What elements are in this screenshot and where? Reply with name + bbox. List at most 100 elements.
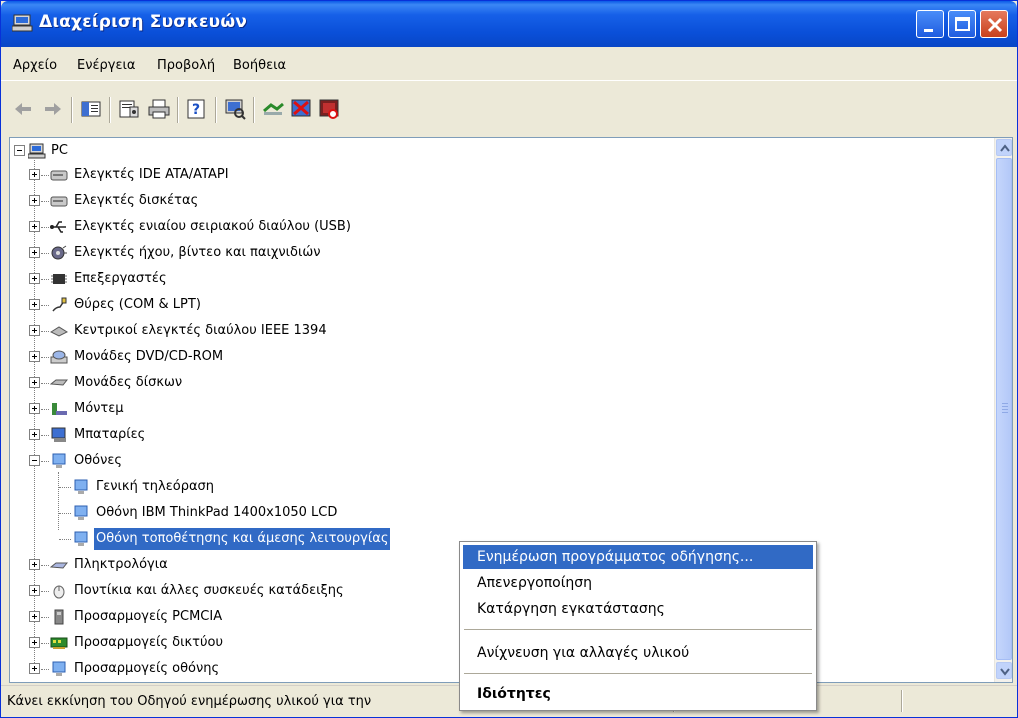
scan-hardware-icon[interactable] — [223, 97, 247, 121]
tree-category-keyboards[interactable]: Πληκτρολόγια — [10, 554, 510, 576]
category-label: Ελεγκτές ήχου, βίντεο και παιχνιδιών — [74, 245, 321, 260]
collapse-root-toggle[interactable] — [14, 145, 25, 156]
tree-category-floppy[interactable]: Ελεγκτές δισκέτας — [10, 190, 510, 212]
expand-toggle[interactable] — [29, 351, 40, 362]
monitor-icon — [72, 531, 90, 547]
tree-category-cdrom[interactable]: Μονάδες DVD/CD-ROM — [10, 346, 510, 368]
context-item-scan-hardware[interactable]: Ανίχνευση για αλλαγές υλικού — [463, 641, 813, 665]
expand-toggle[interactable] — [29, 377, 40, 388]
tree-category-usb[interactable]: Ελεγκτές ενιαίου σειριακού διαύλου (USB) — [10, 216, 510, 238]
cdrom-icon — [50, 349, 68, 365]
context-item-uninstall[interactable]: Κατάργηση εγκατάστασης — [463, 597, 813, 621]
print-icon[interactable] — [147, 97, 171, 121]
expand-toggle[interactable] — [29, 299, 40, 310]
tree-category-ports[interactable]: Θύρες (COM & LPT) — [10, 294, 510, 316]
tree-category-modems[interactable]: Μόντεμ — [10, 398, 510, 420]
collapse-toggle[interactable] — [29, 455, 40, 466]
tree-device-generic-tv[interactable]: Γενική τηλεόραση — [10, 476, 510, 498]
toolbar: ? — [1, 85, 1017, 135]
category-label: Πληκτρολόγια — [74, 557, 168, 572]
tree-category-display-adapters[interactable]: Προσαρμογείς οθόνης — [10, 658, 510, 680]
device-label: Γενική τηλεόραση — [96, 479, 215, 494]
forward-icon[interactable] — [41, 97, 65, 121]
tree-category-network[interactable]: Προσαρμογείς δικτύου — [10, 632, 510, 654]
disk-drive-icon — [49, 375, 69, 391]
close-button[interactable] — [980, 10, 1008, 38]
expand-toggle[interactable] — [29, 403, 40, 414]
expand-toggle[interactable] — [29, 429, 40, 440]
tree-category-monitors[interactable]: Οθόνες — [10, 450, 510, 472]
context-item-disable[interactable]: Απενεργοποίηση — [463, 571, 813, 595]
close-icon — [987, 17, 1003, 33]
tree-category-processors[interactable]: Επεξεργαστές — [10, 268, 510, 290]
scroll-down-button[interactable] — [996, 662, 1012, 679]
expand-toggle[interactable] — [29, 221, 40, 232]
back-icon[interactable] — [11, 97, 35, 121]
tree-device-pnp-monitor[interactable]: Οθόνη τοποθέτησης και άμεσης λειτουργίας — [10, 528, 510, 550]
device-label-selected: Οθόνη τοποθέτησης και άμεσης λειτουργίας — [94, 528, 391, 550]
expand-toggle[interactable] — [29, 585, 40, 596]
category-label: Ελεγκτές IDE ATA/ATAPI — [74, 167, 229, 182]
chevron-down-icon — [1000, 668, 1010, 676]
tree-category-ieee1394[interactable]: Κεντρικοί ελεγκτές διαύλου IEEE 1394 — [10, 320, 510, 342]
tree-category-pcmcia[interactable]: Προσαρμογείς PCMCIA — [10, 606, 510, 628]
context-item-update-driver[interactable]: Ενημέρωση προγράμματος οδήγησης... — [463, 545, 813, 569]
title-bar[interactable]: Διαχείριση Συσκευών — [1, 1, 1017, 47]
menu-view[interactable]: Προβολή — [157, 58, 215, 73]
tree-category-disk-drives[interactable]: Μονάδες δίσκων — [10, 372, 510, 394]
expand-toggle[interactable] — [29, 247, 40, 258]
menu-file[interactable]: Αρχείο — [13, 58, 57, 73]
pcmcia-icon — [50, 609, 68, 625]
menu-action[interactable]: Ενέργεια — [77, 58, 135, 73]
disable-icon[interactable] — [317, 97, 341, 121]
scroll-thumb[interactable] — [996, 158, 1012, 660]
context-item-properties[interactable]: Ιδιότητες — [463, 682, 813, 706]
expand-toggle[interactable] — [29, 611, 40, 622]
status-text: Κάνει εκκίνηση του Οδηγού ενημέρωσης υλι… — [7, 694, 372, 709]
uninstall-icon[interactable] — [289, 97, 313, 121]
device-label: Οθόνη IBM ThinkPad 1400x1050 LCD — [96, 505, 338, 520]
expand-toggle[interactable] — [29, 559, 40, 570]
expand-toggle[interactable] — [29, 637, 40, 648]
monitor-icon — [72, 479, 90, 495]
modem-icon — [50, 401, 68, 417]
keyboard-icon — [49, 557, 69, 573]
maximize-button[interactable] — [948, 10, 976, 38]
floppy-controller-icon — [50, 193, 68, 209]
ide-controller-icon — [50, 167, 68, 183]
expand-toggle[interactable] — [29, 325, 40, 336]
window-title: Διαχείριση Συσκευών — [39, 12, 248, 32]
expand-toggle[interactable] — [29, 169, 40, 180]
maximize-icon — [955, 17, 970, 31]
category-label: Θύρες (COM & LPT) — [74, 297, 201, 312]
svg-text:?: ? — [192, 102, 200, 118]
tree-root-label: PC — [51, 143, 68, 158]
tree-device-ibm-lcd[interactable]: Οθόνη IBM ThinkPad 1400x1050 LCD — [10, 502, 510, 524]
menu-help[interactable]: Βοήθεια — [233, 58, 286, 73]
port-icon — [50, 297, 68, 313]
tree-category-sound[interactable]: Ελεγκτές ήχου, βίντεο και παιχνιδιών — [10, 242, 510, 264]
show-hide-console-tree-icon[interactable] — [79, 97, 103, 121]
expand-toggle[interactable] — [29, 663, 40, 674]
device-manager-app-icon[interactable] — [11, 14, 34, 32]
tree-category-mice[interactable]: Ποντίκια και άλλες συσκευές κατάδειξης — [10, 580, 510, 602]
context-menu: Ενημέρωση προγράμματος οδήγησης... Απενε… — [459, 541, 817, 711]
tree-root[interactable]: PC — [10, 140, 310, 162]
category-label: Μπαταρίες — [74, 427, 146, 442]
vertical-scrollbar[interactable] — [994, 138, 1012, 682]
monitor-icon — [72, 505, 90, 521]
expand-toggle[interactable] — [29, 273, 40, 284]
tree-category-batteries[interactable]: Μπαταρίες — [10, 424, 510, 446]
help-icon[interactable]: ? — [185, 97, 209, 121]
category-label: Μονάδες DVD/CD-ROM — [74, 349, 224, 364]
scroll-up-button[interactable] — [996, 139, 1012, 156]
tree-category-ide[interactable]: Ελεγκτές IDE ATA/ATAPI — [10, 164, 510, 186]
minimize-button[interactable] — [916, 10, 944, 38]
properties-icon[interactable] — [117, 97, 141, 121]
expand-toggle[interactable] — [29, 195, 40, 206]
monitor-icon — [50, 453, 68, 469]
processor-icon — [50, 271, 68, 287]
minimize-icon — [924, 29, 933, 32]
category-label: Προσαρμογείς οθόνης — [74, 661, 220, 676]
update-driver-icon[interactable] — [261, 97, 285, 121]
